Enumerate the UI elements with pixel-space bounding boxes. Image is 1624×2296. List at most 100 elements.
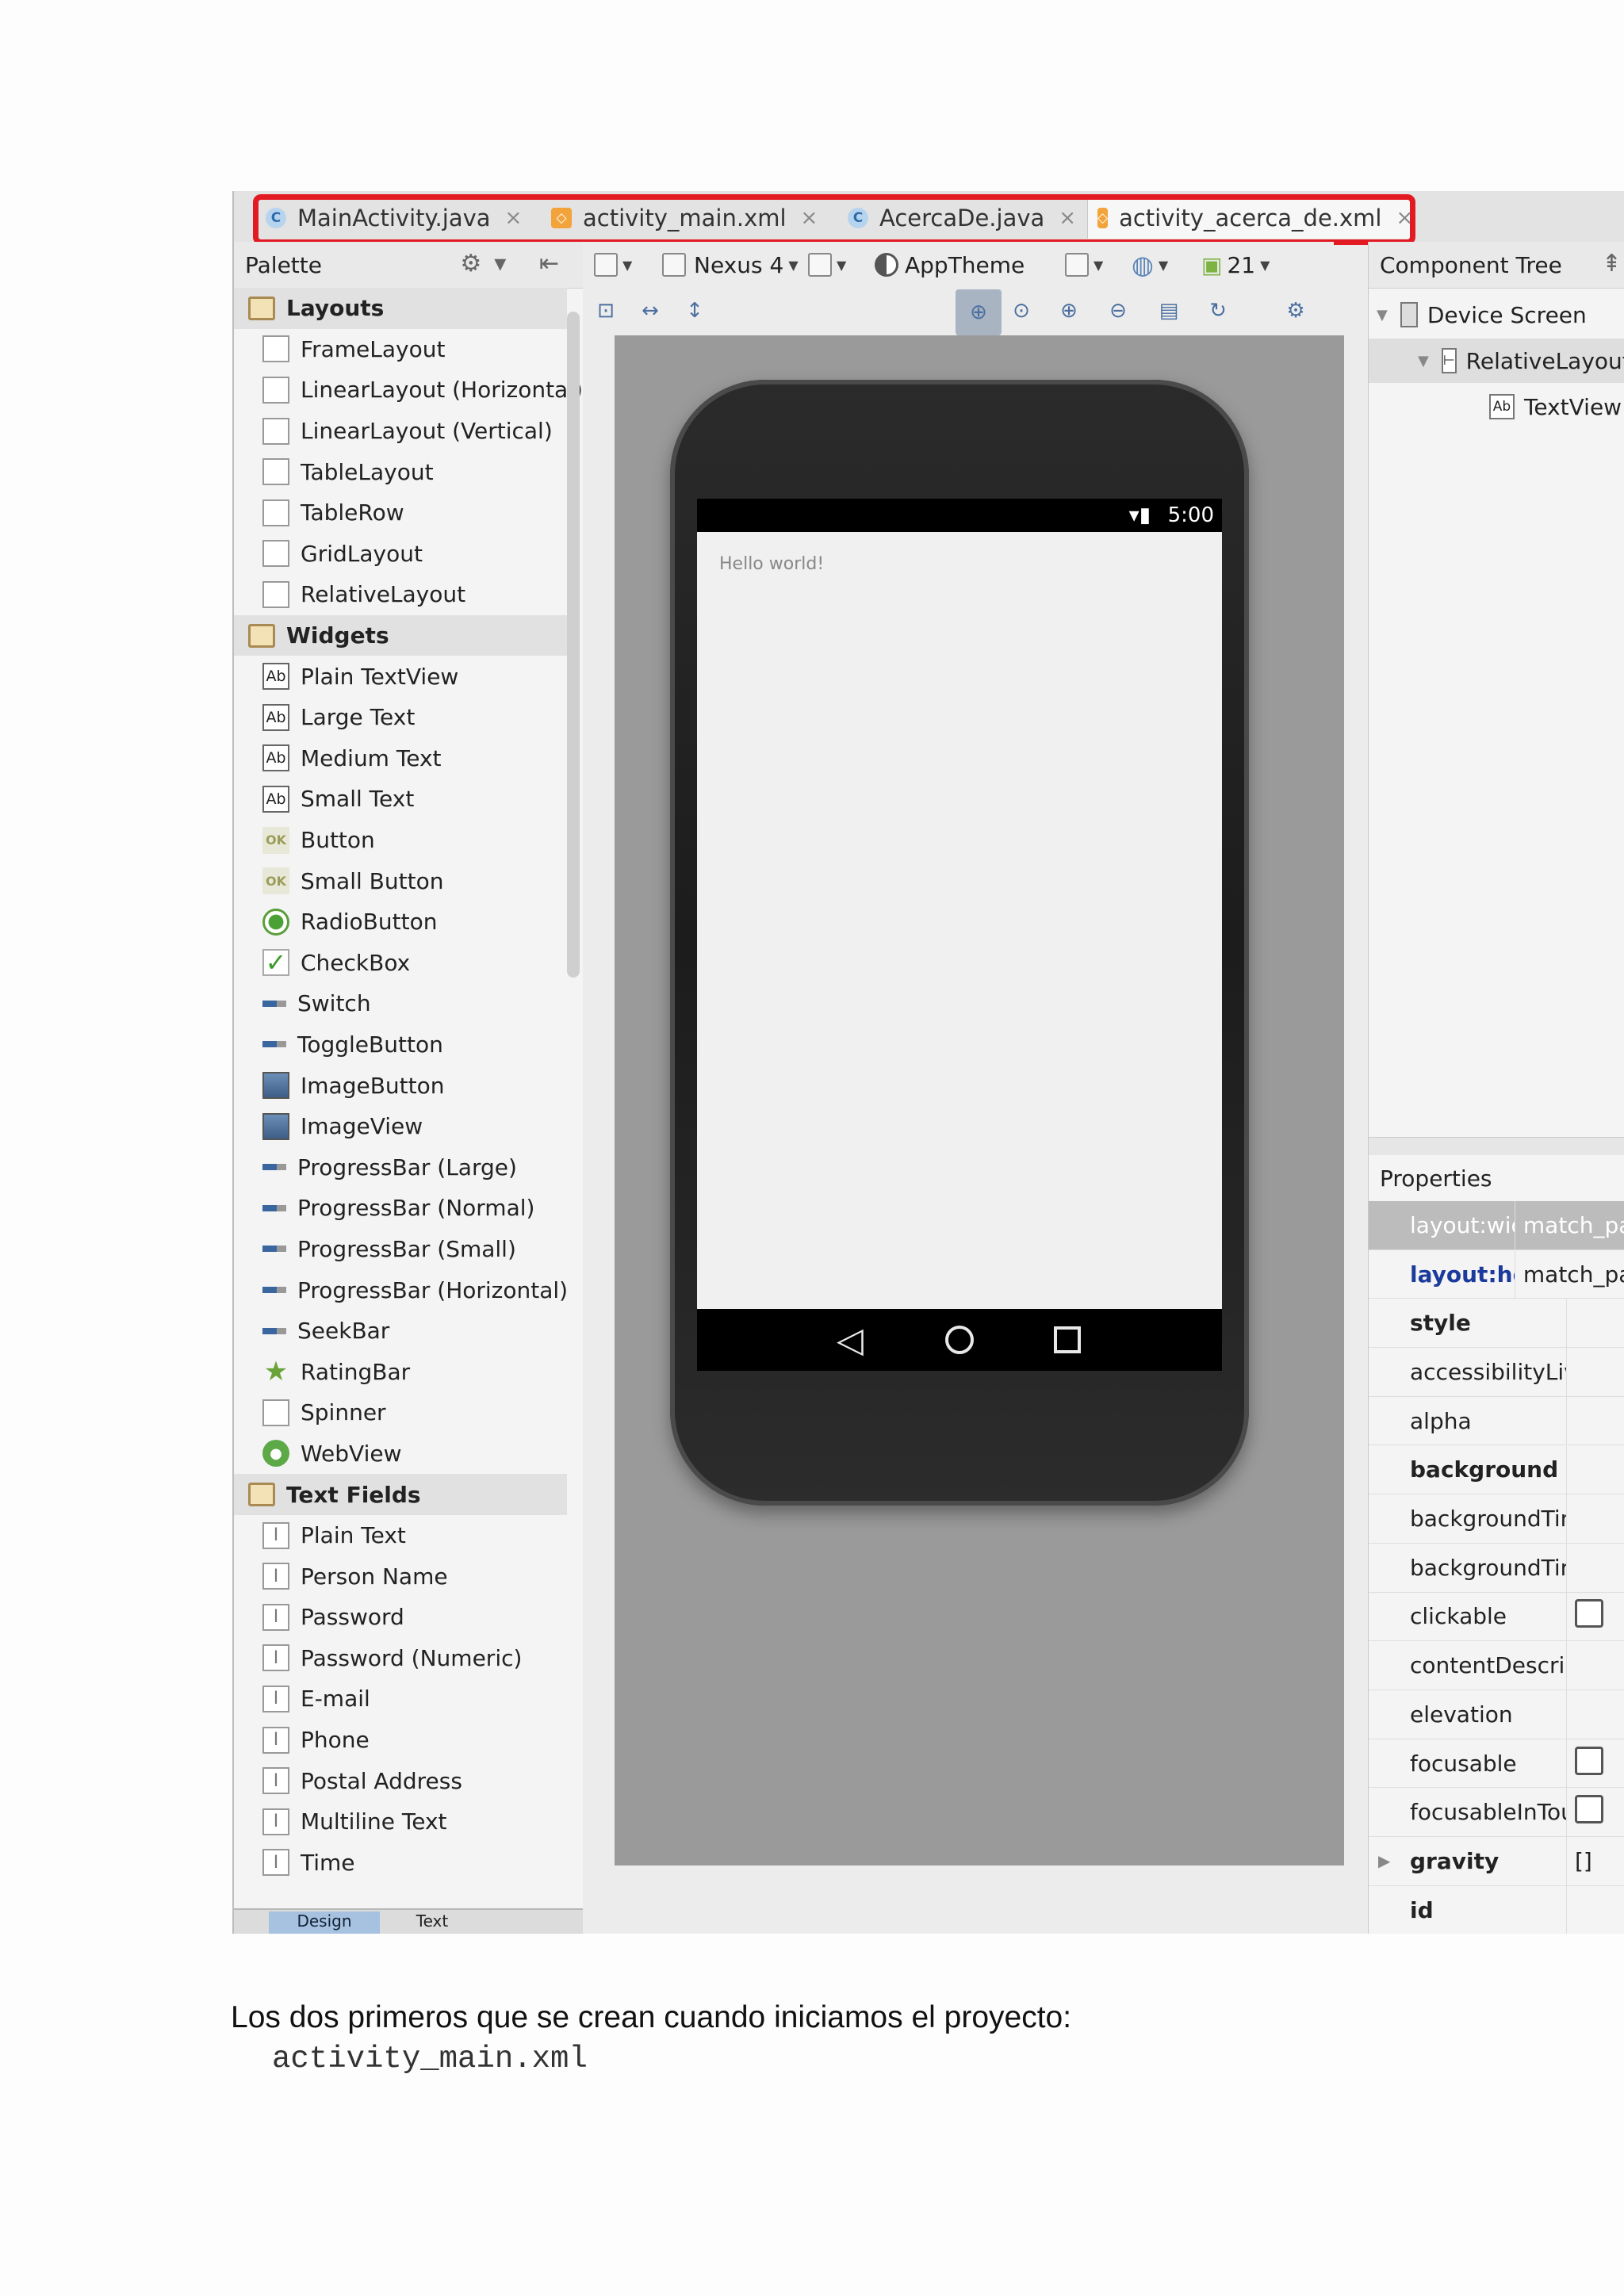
palette-item[interactable]: I Plain Text (234, 1515, 567, 1556)
zoom-fit-icon[interactable]: ⊕ (956, 289, 1002, 335)
collapse-all-icon[interactable]: ⇞ (1602, 250, 1624, 277)
palette-item[interactable]: ★ RatingBar (234, 1351, 567, 1392)
palette-item[interactable]: ProgressBar (Normal) (234, 1188, 567, 1229)
refresh-icon[interactable]: ↻ (1203, 296, 1233, 326)
palette-item[interactable]: ProgressBar (Horizontal) (234, 1269, 568, 1311)
palette-group-layouts[interactable]: Layouts (234, 288, 567, 329)
device-screen[interactable]: ▾▮ 5:00 Hello world! ◁ (697, 499, 1222, 1371)
zoom-out-icon[interactable]: ⊖ (1103, 296, 1133, 326)
property-row[interactable]: background (1369, 1445, 1624, 1495)
tab-text[interactable]: Text (393, 1911, 472, 1934)
palette-item[interactable]: RadioButton (234, 901, 567, 943)
design-canvas[interactable]: ▾▮ 5:00 Hello world! ◁ (583, 335, 1344, 1934)
palette-scrollbar[interactable] (567, 312, 580, 978)
palette-item[interactable]: I Person Name (234, 1556, 567, 1597)
palette-item[interactable]: ToggleButton (234, 1024, 567, 1066)
palette-item[interactable]: GridLayout (234, 534, 567, 575)
fit-height-icon[interactable]: ↕ (680, 296, 710, 326)
palette-item[interactable]: SeekBar (234, 1311, 567, 1352)
tree-node-relative-layout[interactable]: ▼ ⊢ RelativeLayout (1369, 339, 1624, 383)
relative-layout-preview[interactable]: Hello world! (697, 532, 1222, 1309)
palette-item[interactable]: ImageView (234, 1106, 567, 1147)
palette-item[interactable]: TableRow (234, 492, 567, 534)
property-row[interactable]: ▶ gravity[] (1369, 1837, 1624, 1886)
property-row[interactable]: contentDescription (1369, 1641, 1624, 1690)
palette-item[interactable]: ● WebView (234, 1433, 567, 1475)
palette-item[interactable]: ImageButton (234, 1065, 567, 1106)
palette-item[interactable]: FrameLayout (234, 329, 567, 370)
property-row[interactable]: elevation (1369, 1690, 1624, 1739)
property-checkbox[interactable] (1575, 1746, 1603, 1775)
tab-main-activity-java[interactable]: C MainActivity.java × (256, 197, 532, 239)
palette-item[interactable]: OK Button (234, 820, 567, 861)
palette-item[interactable]: ProgressBar (Large) (234, 1146, 567, 1188)
activity-dropdown[interactable]: ▼ (1065, 242, 1103, 288)
api-level-dropdown[interactable]: ▣ 21 ▼ (1201, 242, 1270, 288)
tab-design[interactable]: Design (269, 1911, 380, 1934)
property-value[interactable]: match_parent (1515, 1261, 1624, 1288)
property-value[interactable]: [] (1567, 1848, 1592, 1874)
palette-item[interactable]: LinearLayout (Vertical) (234, 411, 567, 452)
property-row[interactable]: alpha (1369, 1396, 1624, 1446)
palette-item[interactable]: Ab Plain TextView (234, 656, 567, 697)
palette-item[interactable]: I Time (234, 1843, 567, 1884)
palette-item[interactable]: ✓ CheckBox (234, 943, 567, 984)
palette-item[interactable]: I Postal Address (234, 1760, 567, 1801)
zoom-actual-icon[interactable]: ⊙ (1006, 296, 1036, 326)
tab-acerca-de-java[interactable]: C AcercaDe.java × (838, 197, 1081, 239)
palette-item[interactable]: Ab Large Text (234, 697, 567, 738)
palette-item[interactable]: I E-mail (234, 1678, 567, 1720)
tab-activity-acerca-de-xml[interactable]: ◇ activity_acerca_de.xml × (1087, 197, 1413, 239)
device-dropdown[interactable]: Nexus 4 ▼ (662, 242, 799, 288)
hello-world-textview[interactable]: Hello world! (719, 554, 824, 574)
property-row[interactable]: focusable (1369, 1739, 1624, 1789)
palette-item[interactable]: TableLayout (234, 451, 567, 492)
property-value[interactable]: match_parent (1515, 1212, 1624, 1238)
palette-item[interactable]: I Password (Numeric) (234, 1638, 567, 1679)
palette-item[interactable]: LinearLayout (Horizontal) (234, 369, 583, 411)
close-icon[interactable]: × (1059, 206, 1076, 230)
zoom-in-icon[interactable]: ⊕ (1054, 296, 1084, 326)
property-row[interactable]: layout:widthmatch_parent (1369, 1201, 1624, 1250)
property-row[interactable]: backgroundTint (1369, 1494, 1624, 1544)
palette-item[interactable]: I Password (234, 1597, 567, 1638)
property-row[interactable]: layout:heightmatch_parent (1369, 1249, 1624, 1299)
property-row[interactable]: focusableInTouchMode (1369, 1788, 1624, 1838)
palette-item[interactable]: I Phone (234, 1720, 567, 1761)
palette-item[interactable]: Spinner (234, 1392, 567, 1433)
settings-icon[interactable]: ⚙ (1281, 296, 1311, 326)
layout-variant-dropdown[interactable]: ▼ (808, 242, 846, 288)
expand-arrow-icon[interactable]: ▼ (1418, 353, 1429, 369)
property-row[interactable]: accessibilityLiveRegion (1369, 1348, 1624, 1397)
expand-arrow-icon[interactable]: ▶ (1378, 1851, 1390, 1870)
panel-splitter[interactable] (1369, 1137, 1624, 1156)
property-checkbox[interactable] (1575, 1599, 1603, 1628)
palette-item[interactable]: OK Small Button (234, 860, 567, 901)
orientation-dropdown[interactable]: ▼ (594, 242, 632, 288)
palette-item[interactable]: Switch (234, 983, 567, 1024)
palette-item[interactable]: RelativeLayout (234, 574, 567, 615)
property-row[interactable]: clickable (1369, 1592, 1624, 1642)
close-icon[interactable]: × (505, 206, 523, 230)
palette-item[interactable]: I Multiline Text (234, 1801, 567, 1843)
property-row[interactable]: id (1369, 1885, 1624, 1934)
fit-screen-icon[interactable]: ⊡ (591, 296, 621, 326)
palette-item[interactable]: Ab Small Text (234, 779, 567, 820)
palette-item[interactable]: Ab Medium Text (234, 738, 567, 779)
theme-dropdown[interactable]: AppTheme (875, 242, 1025, 288)
palette-group-widgets[interactable]: Widgets (234, 614, 567, 656)
property-row[interactable]: style (1369, 1299, 1624, 1349)
palette-group-text-fields[interactable]: Text Fields (234, 1474, 567, 1515)
property-row[interactable]: backgroundTintMode (1369, 1543, 1624, 1593)
fit-width-icon[interactable]: ↔ (635, 296, 665, 326)
locale-dropdown[interactable]: ◍ ▼ (1132, 242, 1168, 288)
tab-activity-main-xml[interactable]: ◇ activity_main.xml × (542, 197, 832, 239)
tree-node-textview[interactable]: Ab TextView (1489, 385, 1622, 429)
palette-item[interactable]: ProgressBar (Small) (234, 1229, 567, 1270)
expand-arrow-icon[interactable]: ▼ (1377, 307, 1388, 323)
close-icon[interactable]: × (1396, 206, 1413, 230)
gear-icon[interactable]: ⚙▾ ⇤ (460, 250, 572, 277)
property-checkbox[interactable] (1575, 1795, 1603, 1824)
close-icon[interactable]: × (801, 206, 818, 230)
tree-node-device-screen[interactable]: ▼ Device Screen (1377, 293, 1587, 337)
